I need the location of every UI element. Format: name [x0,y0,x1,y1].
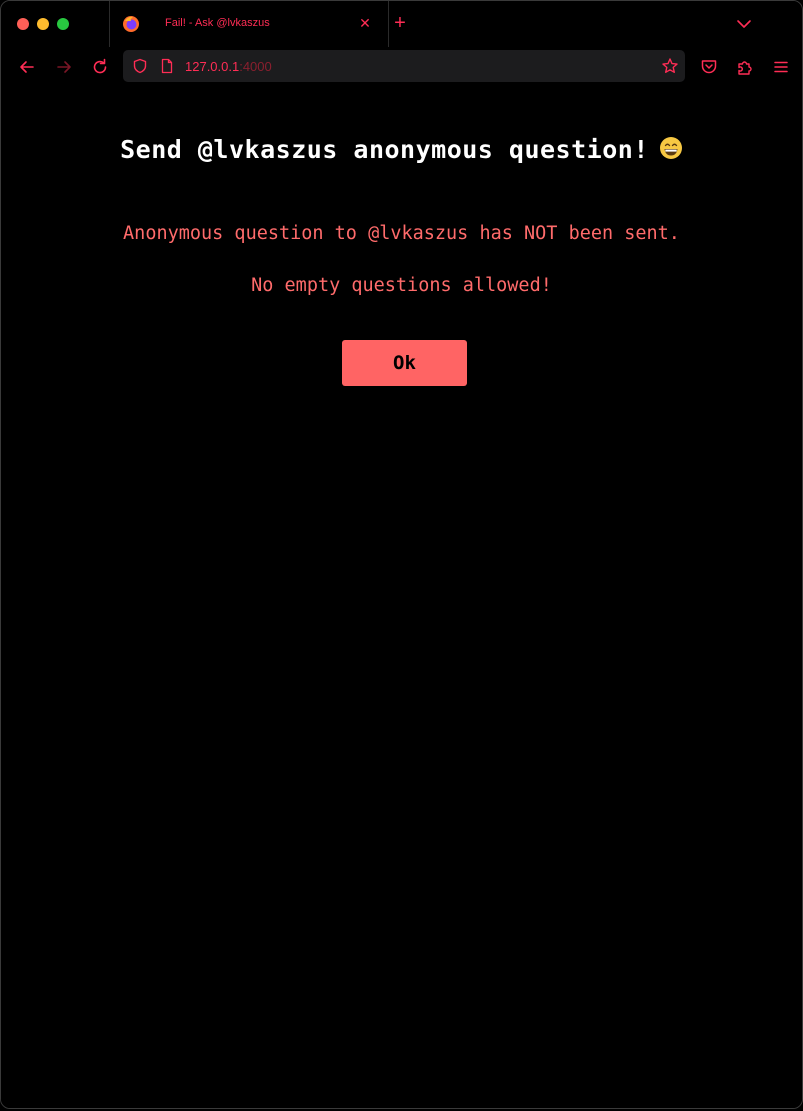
window-minimize-button[interactable] [37,18,49,30]
url-host: 127.0.0.1 [185,59,240,74]
tab-title: Fail! - Ask @lvkaszus [165,17,270,29]
url-port: :4000 [239,59,272,74]
window-close-button[interactable] [17,18,29,30]
heading-text: Send @lvkaszus anonymous question! [120,135,649,164]
star-icon[interactable] [661,57,679,75]
page-heading: Send @lvkaszus anonymous question! [1,135,802,164]
url-text[interactable]: 127.0.0.1:4000 [185,59,272,74]
puzzle-icon[interactable] [735,57,755,77]
tab-strip: Fail! - Ask @lvkaszus ✕ + [1,1,802,47]
page-icon [161,58,173,74]
hamburger-icon[interactable] [771,57,791,77]
new-tab-button[interactable]: + [391,13,409,33]
chevron-down-icon[interactable] [735,15,753,33]
url-bar[interactable]: 127.0.0.1:4000 [123,50,685,82]
grinning-face-icon [659,137,682,159]
page-content: Send @lvkaszus anonymous question! Anony… [1,87,802,1108]
arrow-right-icon[interactable] [54,57,74,77]
reload-icon[interactable] [90,57,110,77]
pocket-icon[interactable] [699,57,719,77]
tab-close-icon[interactable]: ✕ [356,14,374,32]
window-maximize-button[interactable] [57,18,69,30]
shield-icon[interactable] [132,58,148,74]
browser-window: Fail! - Ask @lvkaszus ✕ + 127.0.0.1:4000… [0,0,803,1109]
error-message-not-sent: Anonymous question to @lvkaszus has NOT … [123,223,680,244]
navigation-toolbar: 127.0.0.1:4000 [1,47,802,87]
error-message-empty: No empty questions allowed! [251,275,552,296]
ok-button[interactable]: Ok [342,340,467,386]
arrow-left-icon[interactable] [17,57,37,77]
firefox-icon [123,16,139,32]
tab-active[interactable]: Fail! - Ask @lvkaszus ✕ [109,1,389,47]
